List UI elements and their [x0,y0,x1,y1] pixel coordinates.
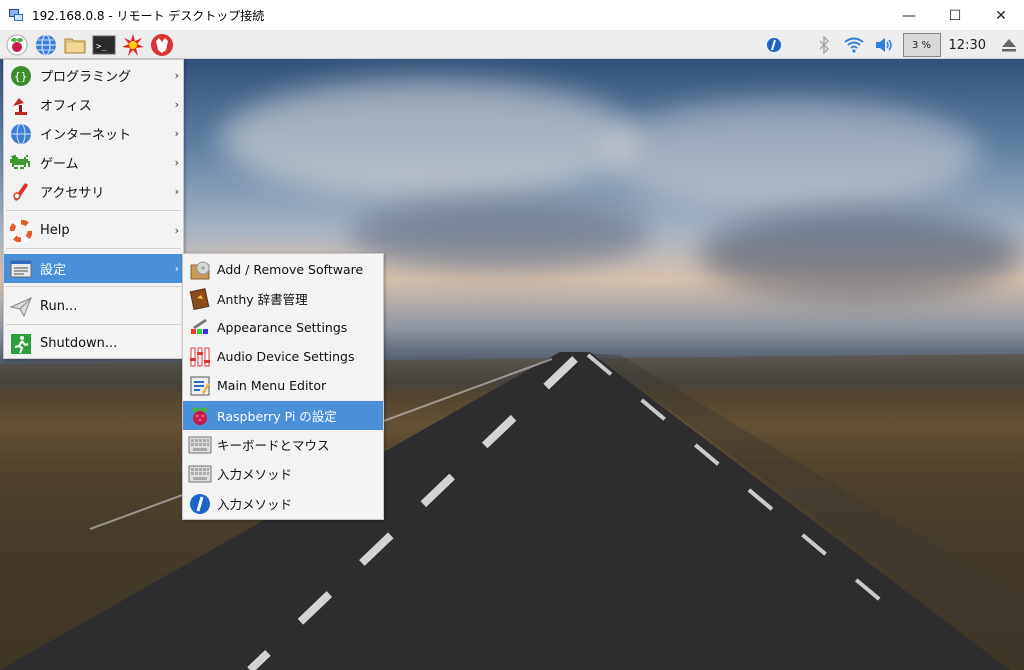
submenu-item-main-menu-editor[interactable]: Main Menu Editor [183,371,383,400]
submenu-item-add-remove-software[interactable]: Add / Remove Software [183,255,383,284]
submenu-item-label: Audio Device Settings [217,349,355,364]
submenu-item-label: 入力メソッド [217,467,293,482]
package-icon [188,258,212,282]
dictionary-book-icon [188,287,212,311]
submenu-item-input-method-2[interactable]: 入力メソッド [183,489,383,518]
submenu-arrow: › [174,262,179,275]
accessories-icon [8,179,34,205]
menu-editor-icon [188,374,212,398]
eject-icon[interactable] [994,31,1024,59]
menu-item-label: オフィス [40,99,92,114]
clock[interactable]: 12:30 [949,38,986,53]
submenu-item-input-method-1[interactable]: 入力メソッド [183,459,383,488]
submenu-item-label: Appearance Settings [217,320,348,335]
rdp-title-bar[interactable]: 192.168.0.8 - リモート デスクトップ接続 — ☐ ✕ [0,0,1024,31]
menu-item-label: Shutdown... [40,336,118,351]
window-title: 192.168.0.8 - リモート デスクトップ接続 [32,8,265,23]
submenu-arrow: › [174,156,179,169]
menu-item-accessories[interactable]: アクセサリ › [4,177,183,206]
menu-item-settings[interactable]: 設定 › [4,254,183,283]
menu-item-run[interactable]: Run... [4,292,183,321]
submenu-item-anthy-dictionary[interactable]: Anthy 辞書管理 [183,284,383,313]
close-button[interactable]: ✕ [978,0,1024,31]
cpu-usage-monitor[interactable]: 3 % [902,33,941,57]
file-manager-icon[interactable] [62,32,88,58]
minimize-button[interactable]: — [886,0,932,31]
menu-item-help[interactable]: Help › [4,216,183,245]
wifi-icon[interactable] [839,31,869,59]
menu-item-programming[interactable]: {} プログラミング › [4,61,183,90]
menu-item-label: 設定 [40,263,67,278]
menu-item-shutdown[interactable]: Shutdown... [4,329,183,358]
pi-taskbar: >_ 3 % 12:30 [0,31,1024,59]
lifebuoy-icon [8,218,34,244]
submenu-item-label: キーボードとマウス [217,438,330,453]
submenu-item-label: Add / Remove Software [217,262,364,277]
submenu-arrow: › [174,69,179,82]
maximize-button[interactable]: ☐ [932,0,978,31]
input-method-icon[interactable] [759,31,789,59]
submenu-item-label: Main Menu Editor [217,378,327,393]
menu-item-label: アクセサリ [40,186,105,201]
submenu-item-keyboard-mouse[interactable]: キーボードとマウス [183,430,383,459]
submenu-item-appearance-settings[interactable]: Appearance Settings [183,313,383,342]
input-method-icon [188,492,212,516]
paper-plane-icon [8,294,34,320]
submenu-item-label: Raspberry Pi の設定 [217,409,337,424]
menu-item-label: Help [40,223,70,238]
submenu-item-raspberry-pi-config[interactable]: Raspberry Pi の設定 [183,401,383,430]
appearance-icon [188,316,212,340]
volume-icon[interactable] [869,31,899,59]
menu-item-label: プログラミング [40,70,132,85]
wolfram-icon[interactable] [149,32,175,58]
globe-icon [8,121,34,147]
raspberry-icon [188,404,212,428]
main-menu: {} プログラミング › オフィス › インターネット › ゲーム › アクセサ… [3,59,184,359]
menu-separator [6,210,181,211]
submenu-arrow: › [174,98,179,111]
submenu-item-audio-device-settings[interactable]: Audio Device Settings [183,342,383,371]
submenu-arrow: › [174,185,179,198]
settings-submenu: Add / Remove Software Anthy 辞書管理 Appeara… [182,253,384,520]
menu-item-label: インターネット [40,128,132,143]
audio-mixer-icon [188,345,212,369]
submenu-item-label: 入力メソッド [217,497,293,512]
bluetooth-icon[interactable] [809,31,839,59]
keyboard-icon [188,462,212,486]
office-icon [8,92,34,118]
math-app-icon[interactable] [120,32,146,58]
menu-separator [6,248,181,249]
web-browser-icon[interactable] [33,32,59,58]
menu-separator [6,324,181,325]
submenu-item-label: Anthy 辞書管理 [217,292,308,307]
exit-icon [8,331,34,357]
menu-separator [6,286,181,287]
tray-spacer [789,31,809,59]
remote-desktop-icon [8,7,24,23]
menu-item-games[interactable]: ゲーム › [4,148,183,177]
space-invader-icon [8,150,34,176]
programming-icon: {} [8,63,34,89]
svg-text:{}: {} [14,70,27,83]
menu-item-label: ゲーム [40,157,79,172]
terminal-icon[interactable]: >_ [91,32,117,58]
menu-item-office[interactable]: オフィス › [4,90,183,119]
svg-text:>_: >_ [96,42,107,52]
settings-icon [8,256,34,282]
menu-item-internet[interactable]: インターネット › [4,119,183,148]
raspberry-menu-button[interactable] [4,32,30,58]
submenu-arrow: › [174,224,179,237]
keyboard-icon [188,433,212,457]
submenu-arrow: › [174,127,179,140]
menu-item-label: Run... [40,299,78,314]
